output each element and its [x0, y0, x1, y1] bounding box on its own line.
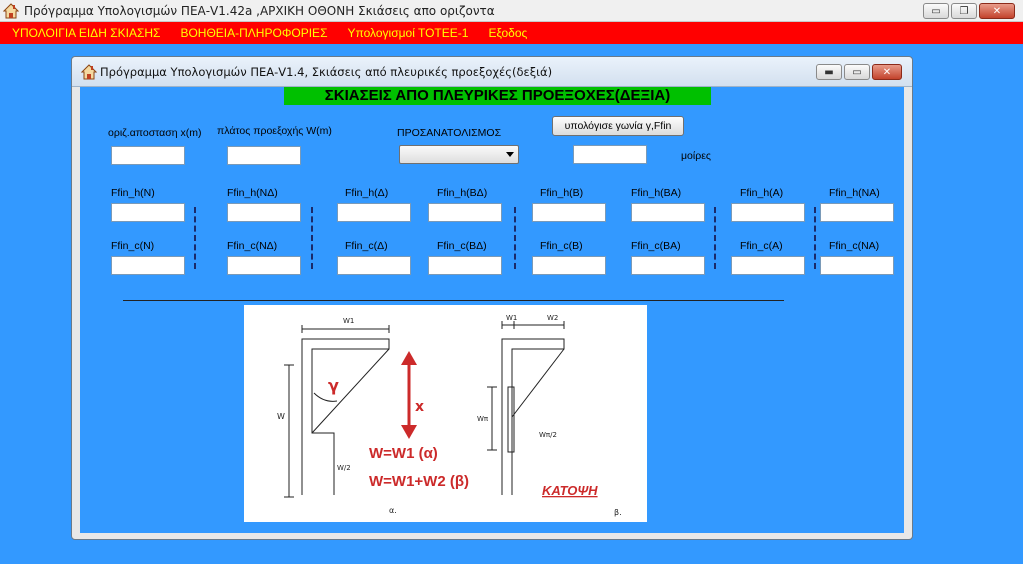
inner-minimize-button[interactable]: ▬: [816, 64, 842, 80]
menu-item-help[interactable]: ΒΟΗΘΕΙΑ-ΠΛΗΡΟΦΟΡΙΕΣ: [180, 22, 327, 44]
ffin-c-e-output[interactable]: [731, 256, 805, 275]
ffin-c-label: Ffin_c(Β): [540, 240, 583, 252]
outer-title-bar: Πρόγραμμα Υπολογισμών ΠΕΑ-V1.42a ,ΑΡΧΙΚΗ…: [0, 0, 1023, 22]
outer-minimize-button[interactable]: ▭: [923, 3, 949, 19]
page-title: ΣΚΙΑΣΕΙΣ ΑΠΟ ΠΛΕΥΡΙΚΕΣ ΠΡΟΕΞΟΧΕΣ(ΔΕΞΙΑ): [284, 87, 711, 105]
degrees-label: μοίρες: [681, 150, 711, 162]
ffin-h-se-output[interactable]: [631, 203, 705, 222]
column-separator: [311, 207, 313, 269]
house-icon: [81, 64, 97, 80]
wf-label: Wπ: [477, 415, 489, 423]
inner-maximize-button[interactable]: ▭: [844, 64, 870, 80]
ffin-c-s-output[interactable]: [532, 256, 606, 275]
ffin-h-nw-output[interactable]: [227, 203, 301, 222]
ffin-c-label: Ffin_c(ΝΑ): [829, 240, 880, 252]
alpha-label: α.: [389, 506, 397, 515]
inner-window-controls: ▬ ▭ ✕: [816, 64, 902, 80]
calculate-angle-button[interactable]: υπολόγισε γωνία γ,Ffin: [552, 116, 684, 136]
w1-label-b: W1: [506, 314, 517, 322]
inner-close-button[interactable]: ✕: [872, 64, 902, 80]
menu-item-shading-types[interactable]: ΥΠΟΛΟΙΓΙΑ ΕΙΔΗ ΣΚΙΑΣΗΣ: [12, 22, 160, 44]
ffin-c-se-output[interactable]: [631, 256, 705, 275]
ffin-c-w-output[interactable]: [337, 256, 411, 275]
house-icon: [3, 3, 19, 19]
ffin-h-label: Ffin_h(Β): [540, 187, 584, 199]
ffin-c-n-output[interactable]: [111, 256, 185, 275]
ffin-c-nw-output[interactable]: [227, 256, 301, 275]
outer-window-controls: ▭ ❐ ✕: [923, 3, 1015, 19]
ffin-h-label: Ffin_h(ΝΔ): [227, 187, 278, 199]
orientation-label: ΠΡΟΣΑΝΑΤΟΛΙΣΜΟΣ: [397, 127, 502, 139]
distance-input[interactable]: [111, 146, 185, 165]
w2-label: W2: [547, 314, 558, 322]
gamma-label: γ: [328, 376, 339, 395]
inner-window-title: Πρόγραμμα Υπολογισμών ΠΕΑ-V1.4, Σκιάσεις…: [100, 65, 553, 79]
outer-maximize-button[interactable]: ❐: [951, 3, 977, 19]
plan-label: ΚΑΤΟΨΗ: [542, 483, 598, 498]
ffin-c-label: Ffin_c(ΒΑ): [631, 240, 681, 252]
column-separator: [514, 207, 516, 269]
chevron-down-icon: [506, 152, 514, 157]
menubar: ΥΠΟΛΟΙΓΙΑ ΕΙΔΗ ΣΚΙΑΣΗΣ ΒΟΗΘΕΙΑ-ΠΛΗΡΟΦΟΡΙ…: [0, 22, 1023, 44]
ffin-c-sw-output[interactable]: [428, 256, 502, 275]
width-label: πλάτος προεξοχής W(m): [217, 125, 332, 137]
ffin-h-ne-output[interactable]: [820, 203, 894, 222]
width-input[interactable]: [227, 146, 301, 165]
formula-b: W=W1+W2 (β): [369, 473, 469, 490]
menu-item-exit[interactable]: Εξοδος: [488, 22, 527, 44]
inner-title-bar: Πρόγραμμα Υπολογισμών ΠΕΑ-V1.4, Σκιάσεις…: [72, 57, 912, 87]
column-separator: [814, 207, 816, 269]
ffin-c-ne-output[interactable]: [820, 256, 894, 275]
ffin-c-label: Ffin_c(Δ): [345, 240, 388, 252]
formula-a: W=W1 (α): [369, 445, 438, 462]
ffin-h-n-output[interactable]: [111, 203, 185, 222]
ffin-h-sw-output[interactable]: [428, 203, 502, 222]
ffin-h-label: Ffin_h(N): [111, 187, 155, 199]
column-separator: [714, 207, 716, 269]
ffin-c-label: Ffin_c(ΒΔ): [437, 240, 487, 252]
ffin-h-s-output[interactable]: [532, 203, 606, 222]
ffin-h-label: Ffin_h(ΒΑ): [631, 187, 682, 199]
outer-window-title: Πρόγραμμα Υπολογισμών ΠΕΑ-V1.42a ,ΑΡΧΙΚΗ…: [24, 4, 495, 18]
shading-diagram-drawing: W1 W1 W2 γ W W/2 x Wπ Wπ/2 W=W1 (α) W=W1…: [277, 314, 622, 517]
ffin-h-w-output[interactable]: [337, 203, 411, 222]
w1-label: W1: [343, 317, 354, 325]
ffin-c-label: Ffin_c(ΝΔ): [227, 240, 278, 252]
inner-window: Πρόγραμμα Υπολογισμών ΠΕΑ-V1.4, Σκιάσεις…: [71, 56, 913, 540]
ffin-h-e-output[interactable]: [731, 203, 805, 222]
ffin-c-label: Ffin_c(N): [111, 240, 155, 252]
ffin-h-label: Ffin_h(ΒΔ): [437, 187, 488, 199]
x-label: x: [415, 399, 424, 415]
divider: [123, 300, 784, 301]
column-separator: [194, 207, 196, 269]
w-label: W: [277, 412, 285, 421]
ffin-h-label: Ffin_h(Δ): [345, 187, 389, 199]
orientation-select[interactable]: [399, 145, 519, 164]
angle-output[interactable]: [573, 145, 647, 164]
outer-close-button[interactable]: ✕: [979, 3, 1015, 19]
distance-label: οριζ.αποσταση x(m): [108, 127, 202, 139]
w-half-label: W/2: [337, 464, 351, 472]
ffin-h-label: Ffin_h(ΝΑ): [829, 187, 880, 199]
menu-item-totee[interactable]: Υπολογισμοί ΤΟΤΕΕ-1: [347, 22, 468, 44]
beta-label: β.: [614, 508, 622, 517]
ffin-h-label: Ffin_h(A): [740, 187, 784, 199]
shading-diagram: W1 W1 W2 γ W W/2 x Wπ Wπ/2 W=W1 (α) W=W1…: [244, 305, 647, 522]
form-area: ΣΚΙΑΣΕΙΣ ΑΠΟ ΠΛΕΥΡΙΚΕΣ ΠΡΟΕΞΟΧΕΣ(ΔΕΞΙΑ) …: [80, 87, 904, 533]
ffin-c-label: Ffin_c(A): [740, 240, 783, 252]
wf-half-label: Wπ/2: [539, 431, 557, 439]
